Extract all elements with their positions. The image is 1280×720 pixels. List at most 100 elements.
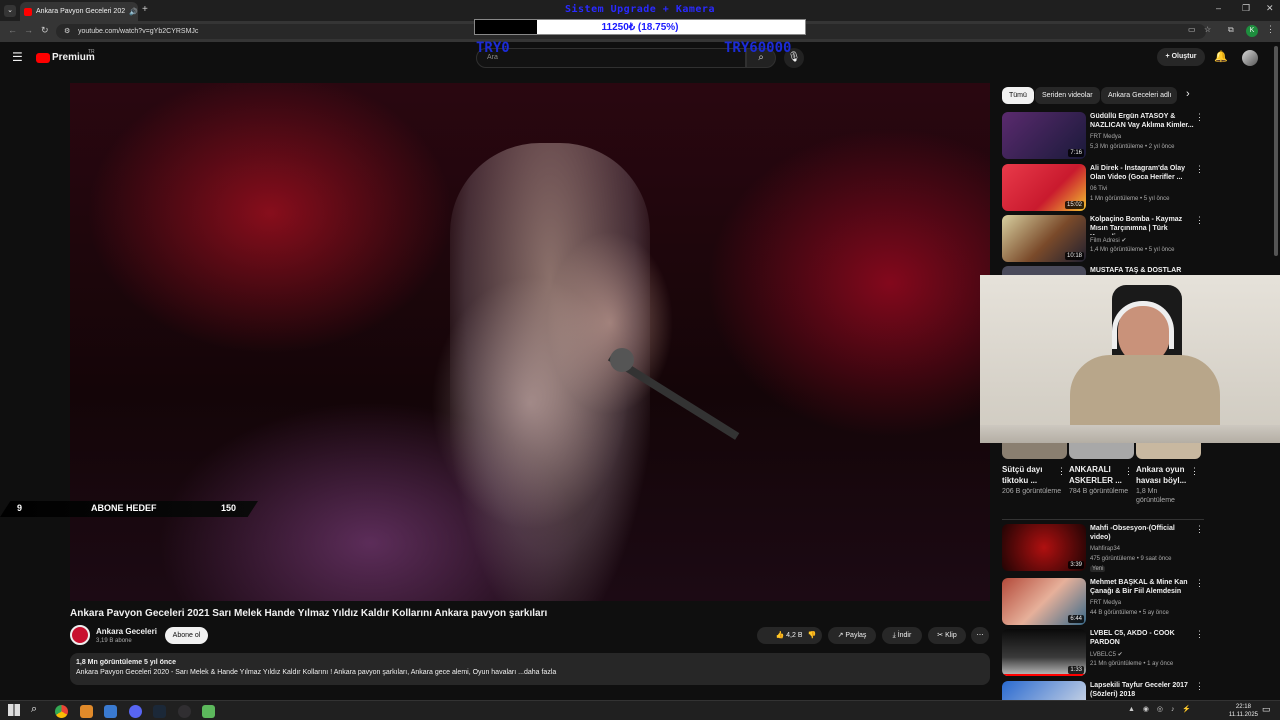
more-vert-icon[interactable]: ⋮: [1195, 629, 1204, 640]
extensions-icon[interactable]: ⧉: [1228, 25, 1234, 35]
list-item[interactable]: 6:44 Mehmet BAŞKAL & Mine Kan Çanağı & B…: [1002, 578, 1272, 626]
thumbs-down-icon: 👎: [807, 632, 817, 639]
subscriber-goal-current: 9: [17, 503, 23, 513]
subscriber-goal-label: ABONE HEDEF: [91, 503, 157, 513]
steam-icon[interactable]: [153, 705, 166, 718]
app-icon[interactable]: [202, 705, 215, 718]
site-info-icon[interactable]: ⚙: [64, 27, 70, 35]
clock[interactable]: 22:18 11.11.2025: [1229, 703, 1258, 719]
discord-icon[interactable]: [129, 705, 142, 718]
clock-date: 11.11.2025: [1228, 712, 1258, 718]
video-card-title: MUSTAFA TAŞ & DOSTLAR: [1090, 267, 1182, 274]
cast-icon[interactable]: ▭: [1188, 25, 1196, 34]
chip-all[interactable]: Tümü: [1002, 87, 1034, 104]
notifications-bell-icon[interactable]: 🔔: [1214, 50, 1228, 63]
video-card-title: Güdüllü Ergün ATASOY & NAZLICAN Vay Aklı…: [1090, 113, 1194, 129]
video-card-meta: 21 Mn görüntüleme • 1 ay önce: [1090, 661, 1174, 667]
chip-series[interactable]: Seriden videolar: [1035, 87, 1100, 104]
subscriber-goal-target: 150: [221, 503, 237, 513]
browser-menu-icon[interactable]: ⋮: [1266, 24, 1275, 35]
tab-search-icon[interactable]: ⌄: [4, 5, 16, 17]
back-icon[interactable]: ←: [8, 25, 17, 35]
video-title: Ankara Pavyon Geceleri 2021 Sarı Melek H…: [70, 608, 548, 619]
duration-badge: 3:39: [1068, 561, 1084, 569]
more-vert-icon[interactable]: ⋮: [1190, 466, 1199, 477]
short-title[interactable]: Ankara oyun havası böyl...: [1136, 464, 1198, 486]
reload-icon[interactable]: ↻: [41, 25, 49, 36]
description-box[interactable]: 1,8 Mn görüntüleme 5 yıl önce Ankara Pav…: [70, 653, 990, 685]
video-card-title: LVBEL C5, AKDO - COOK PARDON: [1090, 630, 1175, 646]
more-vert-icon[interactable]: ⋮: [1195, 524, 1204, 535]
clock-time: 22:18: [1235, 704, 1251, 710]
forward-icon[interactable]: →: [24, 25, 33, 35]
tray-icons[interactable]: ▲ ◉ ◎ ♪ ⚡: [1128, 705, 1194, 713]
download-button[interactable]: ⤓ İndir: [882, 627, 922, 644]
thumbnail: 3:39: [1002, 524, 1086, 571]
channel-name[interactable]: Ankara Geceleri: [96, 627, 157, 636]
minimize-icon[interactable]: –: [1216, 3, 1221, 13]
more-vert-icon[interactable]: ⋮: [1195, 681, 1204, 692]
more-vert-icon[interactable]: ⋮: [1195, 215, 1204, 226]
duration-badge: 15:02: [1064, 201, 1084, 209]
windows-start-icon[interactable]: [8, 704, 20, 716]
search-taskbar-icon[interactable]: ⌕: [31, 703, 37, 716]
more-vert-icon[interactable]: ⋮: [1195, 578, 1204, 589]
search-input[interactable]: Ara: [476, 48, 746, 68]
list-item[interactable]: 3:39 Mahfi -Obsesyon-(Official video) Ma…: [1002, 524, 1272, 572]
youtube-logo-icon[interactable]: [36, 53, 50, 63]
scissors-icon: ✂: [937, 632, 946, 639]
chip-channel[interactable]: Ankara Geceleri adlı: [1101, 87, 1177, 104]
video-card-meta: 1 Mn görüntüleme • 5 yıl önce: [1090, 196, 1170, 202]
short-thumbnail[interactable]: [1069, 443, 1134, 459]
more-vert-icon[interactable]: ⋮: [1195, 164, 1204, 175]
clip-button[interactable]: ✂ Klip: [928, 627, 966, 644]
bookmark-star-icon[interactable]: ☆: [1204, 25, 1211, 34]
short-thumbnail[interactable]: [1136, 443, 1201, 459]
goal-max-label: TRY60000: [724, 40, 792, 56]
more-vert-icon[interactable]: ⋮: [1195, 112, 1204, 123]
browser-tab[interactable]: Ankara Pavyon Geceleri 202 🔊 ✕: [20, 2, 138, 21]
short-thumbnail[interactable]: [1002, 443, 1067, 459]
list-item[interactable]: MUSTAFA TAŞ & DOSTLAR: [1002, 266, 1272, 275]
video-frame-performer: [450, 143, 650, 601]
create-button[interactable]: + Oluştur: [1157, 48, 1205, 66]
list-item[interactable]: Lapsekili Tayfur Geceler 2017 (Sözleri) …: [1002, 681, 1272, 700]
new-tab-button[interactable]: +: [142, 4, 148, 15]
chrome-icon[interactable]: [55, 705, 68, 718]
list-item[interactable]: 10:18 Kolpaçino Bomba - Kaymaz Mısın Tar…: [1002, 215, 1272, 263]
like-count: 4,2 B: [786, 632, 803, 639]
more-actions-button[interactable]: ⋯: [971, 627, 989, 644]
share-button[interactable]: ↗ Paylaş: [828, 627, 876, 644]
restore-icon[interactable]: ❐: [1242, 3, 1250, 14]
video-card-channel: 06 Tivi: [1090, 186, 1108, 192]
chevron-right-icon[interactable]: ›: [1186, 88, 1190, 100]
list-item[interactable]: 15:02 Ali Direk - İnstagram'da Olay Olan…: [1002, 164, 1272, 212]
app-icon[interactable]: [80, 705, 93, 718]
taskbar: ⌕ ▲ ◉ ◎ ♪ ⚡ 22:18 11.11.2025 ▭: [0, 700, 1280, 720]
list-item[interactable]: 1:33 LVBEL C5, AKDO - COOK PARDON LVBELC…: [1002, 629, 1272, 677]
short-views: 206 B görüntüleme: [1002, 488, 1062, 495]
channel-avatar[interactable]: [70, 625, 90, 645]
profile-avatar[interactable]: K: [1246, 25, 1258, 37]
short-title[interactable]: Sütçü dayı tiktoku ...: [1002, 464, 1064, 486]
thumbnail: 10:18: [1002, 215, 1086, 262]
video-card-meta: 475 görüntüleme • 9 saat önce: [1090, 556, 1172, 562]
list-item[interactable]: 7:16 Güdüllü Ergün ATASOY & NAZLICAN Vay…: [1002, 112, 1272, 160]
more-vert-icon[interactable]: ⋮: [1124, 466, 1133, 477]
short-title[interactable]: ANKARALI ASKERLER ...: [1069, 464, 1131, 486]
more-vert-icon[interactable]: ⋮: [1057, 466, 1066, 477]
video-card-channel: FRT Medya: [1090, 134, 1122, 140]
obs-icon[interactable]: [178, 705, 191, 718]
duration-badge: 1:33: [1068, 666, 1084, 674]
account-avatar[interactable]: [1242, 50, 1258, 66]
page-scrollbar[interactable]: [1274, 46, 1278, 256]
video-player[interactable]: [70, 83, 990, 601]
hamburger-menu-icon[interactable]: ☰: [12, 50, 23, 64]
close-window-icon[interactable]: ✕: [1266, 3, 1274, 14]
dislike-button[interactable]: 👎: [802, 627, 822, 644]
subscriber-goal-bar: 9 ABONE HEDEF 150: [0, 501, 258, 517]
notification-center-icon[interactable]: ▭: [1262, 704, 1271, 715]
channel-subscribers: 3,19 B abone: [96, 638, 132, 644]
subscribe-button[interactable]: Abone ol: [165, 627, 208, 644]
app-icon[interactable]: [104, 705, 117, 718]
